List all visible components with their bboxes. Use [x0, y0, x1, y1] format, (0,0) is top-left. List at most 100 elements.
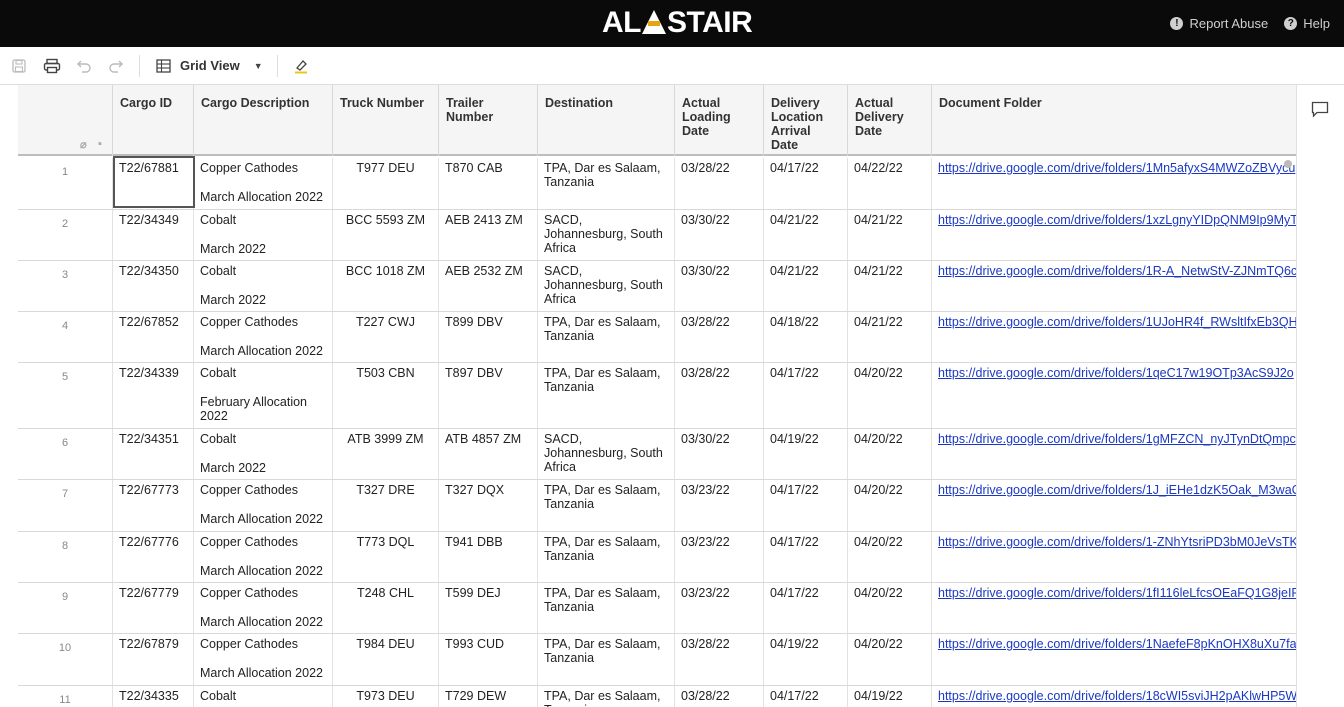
cell-cargo-id[interactable]: T22/34349 [113, 210, 194, 260]
cell-actual-loading-date[interactable]: 03/28/22 [675, 634, 764, 685]
cell-truck-number[interactable]: T248 CHL [333, 583, 439, 633]
cell-cargo-id[interactable]: T22/34350 [113, 261, 194, 311]
cell-actual-delivery-date[interactable]: 04/20/22 [848, 634, 932, 685]
cell-document-folder[interactable]: https://drive.google.com/drive/folders/1… [932, 261, 1296, 311]
cell-destination[interactable]: TPA, Dar es Salaam, Tanzania [538, 363, 675, 428]
cell-destination[interactable]: SACD, Johannesburg, South Africa [538, 210, 675, 260]
cell-cargo-id[interactable]: T22/67779 [113, 583, 194, 633]
cell-delivery-arrival-date[interactable]: 04/17/22 [764, 532, 848, 582]
cell-actual-loading-date[interactable]: 03/23/22 [675, 480, 764, 531]
cell-destination[interactable]: TPA, Dar es Salaam, Tanzania [538, 480, 675, 531]
cell-trailer-number[interactable]: ATB 4857 ZM [439, 429, 538, 479]
row-number[interactable]: 11 [18, 686, 113, 707]
comments-icon[interactable] [1311, 101, 1329, 123]
cell-actual-delivery-date[interactable]: 04/20/22 [848, 363, 932, 428]
row-number[interactable]: 6 [18, 429, 113, 479]
row-number[interactable]: 1 [18, 158, 113, 209]
cell-actual-loading-date[interactable]: 03/28/22 [675, 312, 764, 362]
cell-cargo-id[interactable]: T22/34339 [113, 363, 194, 428]
cell-delivery-arrival-date[interactable]: 04/19/22 [764, 429, 848, 479]
scroll-indicator[interactable] [1284, 160, 1292, 168]
alistair-logo[interactable]: AL STAIR [602, 6, 753, 39]
cell-cargo-description[interactable]: Cobalt [194, 686, 333, 707]
cell-cargo-id[interactable]: T22/67776 [113, 532, 194, 582]
cell-actual-delivery-date[interactable]: 04/21/22 [848, 312, 932, 362]
column-header-cargo-id[interactable]: Cargo ID [113, 85, 194, 156]
cell-actual-delivery-date[interactable]: 04/19/22 [848, 686, 932, 707]
cell-actual-loading-date[interactable]: 03/30/22 [675, 429, 764, 479]
print-icon[interactable] [43, 57, 61, 75]
cell-destination[interactable]: SACD, Johannesburg, South Africa [538, 261, 675, 311]
cell-delivery-arrival-date[interactable]: 04/17/22 [764, 480, 848, 531]
table-row[interactable]: 6 T22/34351 Cobalt March 2022 ATB 3999 ZM ATB… [18, 429, 1296, 480]
cell-trailer-number[interactable]: T599 DEJ [439, 583, 538, 633]
cell-actual-delivery-date[interactable]: 04/20/22 [848, 429, 932, 479]
cell-truck-number[interactable]: T973 DEU [333, 686, 439, 707]
cell-trailer-number[interactable]: T897 DBV [439, 363, 538, 428]
save-icon[interactable] [10, 57, 28, 75]
cell-cargo-id[interactable]: T22/67879 [113, 634, 194, 685]
cell-actual-delivery-date[interactable]: 04/21/22 [848, 210, 932, 260]
cell-cargo-description[interactable]: Cobalt February Allocation 2022 [194, 363, 333, 428]
cell-document-folder[interactable]: https://drive.google.com/drive/folders/1… [932, 158, 1296, 209]
column-header-truck-number[interactable]: Truck Number [333, 85, 439, 156]
cell-document-folder[interactable]: https://drive.google.com/drive/folders/1… [932, 480, 1296, 531]
cell-actual-loading-date[interactable]: 03/28/22 [675, 686, 764, 707]
row-number[interactable]: 4 [18, 312, 113, 362]
cell-cargo-id[interactable]: T22/34351 [113, 429, 194, 479]
table-row[interactable]: 2 T22/34349 Cobalt March 2022 BCC 5593 ZM AEB… [18, 210, 1296, 261]
table-row[interactable]: 7 T22/67773 Copper Cathodes March Allocatio… [18, 480, 1296, 532]
cell-cargo-description[interactable]: Cobalt March 2022 [194, 210, 333, 260]
table-row[interactable]: 3 T22/34350 Cobalt March 2022 BCC 1018 ZM AEB… [18, 261, 1296, 312]
cell-actual-loading-date[interactable]: 03/30/22 [675, 261, 764, 311]
cell-destination[interactable]: TPA, Dar es Salaam, Tanzania [538, 158, 675, 209]
cell-trailer-number[interactable]: AEB 2532 ZM [439, 261, 538, 311]
table-row[interactable]: 11 T22/34335 Cobalt T973 DEU T729 DEW TPA, Da… [18, 686, 1296, 707]
column-header-trailer-number[interactable]: Trailer Number [439, 85, 538, 156]
cell-cargo-description[interactable]: Copper Cathodes March Allocation 2022 [194, 312, 333, 362]
cell-cargo-description[interactable]: Copper Cathodes March Allocation 2022 [194, 158, 333, 209]
row-number[interactable]: 5 [18, 363, 113, 428]
cell-actual-loading-date[interactable]: 03/23/22 [675, 583, 764, 633]
cell-truck-number[interactable]: BCC 1018 ZM [333, 261, 439, 311]
cell-cargo-description[interactable]: Cobalt March 2022 [194, 429, 333, 479]
cell-actual-loading-date[interactable]: 03/28/22 [675, 363, 764, 428]
cell-actual-loading-date[interactable]: 03/30/22 [675, 210, 764, 260]
cell-trailer-number[interactable]: T870 CAB [439, 158, 538, 209]
cell-actual-delivery-date[interactable]: 04/20/22 [848, 583, 932, 633]
cell-actual-delivery-date[interactable]: 04/22/22 [848, 158, 932, 209]
cell-truck-number[interactable]: BCC 5593 ZM [333, 210, 439, 260]
help-link[interactable]: ? Help [1284, 16, 1330, 31]
row-number[interactable]: 7 [18, 480, 113, 531]
cell-actual-delivery-date[interactable]: 04/20/22 [848, 532, 932, 582]
cell-document-folder[interactable]: https://drive.google.com/drive/folders/1… [932, 429, 1296, 479]
cell-truck-number[interactable]: T227 CWJ [333, 312, 439, 362]
cell-cargo-description[interactable]: Cobalt March 2022 [194, 261, 333, 311]
cell-delivery-arrival-date[interactable]: 04/17/22 [764, 583, 848, 633]
cell-delivery-arrival-date[interactable]: 04/17/22 [764, 363, 848, 428]
cell-destination[interactable]: TPA, Dar es Salaam, Tanzania [538, 583, 675, 633]
table-row[interactable]: 8 T22/67776 Copper Cathodes March Allocatio… [18, 532, 1296, 583]
cell-delivery-arrival-date[interactable]: 04/21/22 [764, 261, 848, 311]
grid-view-dropdown[interactable]: Grid View ▼ [154, 57, 263, 75]
cell-cargo-id[interactable]: T22/67881 [113, 158, 194, 209]
cell-truck-number[interactable]: ATB 3999 ZM [333, 429, 439, 479]
table-row[interactable]: 9 T22/67779 Copper Cathodes March Allocatio… [18, 583, 1296, 634]
cell-actual-delivery-date[interactable]: 04/20/22 [848, 480, 932, 531]
cell-actual-delivery-date[interactable]: 04/21/22 [848, 261, 932, 311]
cell-delivery-arrival-date[interactable]: 04/18/22 [764, 312, 848, 362]
highlight-icon[interactable] [292, 57, 310, 75]
table-row[interactable]: 1 T22/67881 Copper Cathodes March Allocatio… [18, 158, 1296, 210]
cell-document-folder[interactable]: https://drive.google.com/drive/folders/1… [932, 532, 1296, 582]
cell-cargo-description[interactable]: Copper Cathodes March Allocation 2022 [194, 480, 333, 531]
table-row[interactable]: 10 T22/67879 Copper Cathodes March Allocati… [18, 634, 1296, 686]
row-number[interactable]: 10 [18, 634, 113, 685]
cell-cargo-description[interactable]: Copper Cathodes March Allocation 2022 [194, 583, 333, 633]
cell-destination[interactable]: TPA, Dar es Salaam, Tanzania [538, 532, 675, 582]
cell-document-folder[interactable]: https://drive.google.com/drive/folders/1… [932, 634, 1296, 685]
cell-actual-loading-date[interactable]: 03/23/22 [675, 532, 764, 582]
column-header-actual-loading-date[interactable]: Actual Loading Date [675, 85, 764, 156]
cell-truck-number[interactable]: T503 CBN [333, 363, 439, 428]
cell-truck-number[interactable]: T977 DEU [333, 158, 439, 209]
cell-delivery-arrival-date[interactable]: 04/17/22 [764, 158, 848, 209]
